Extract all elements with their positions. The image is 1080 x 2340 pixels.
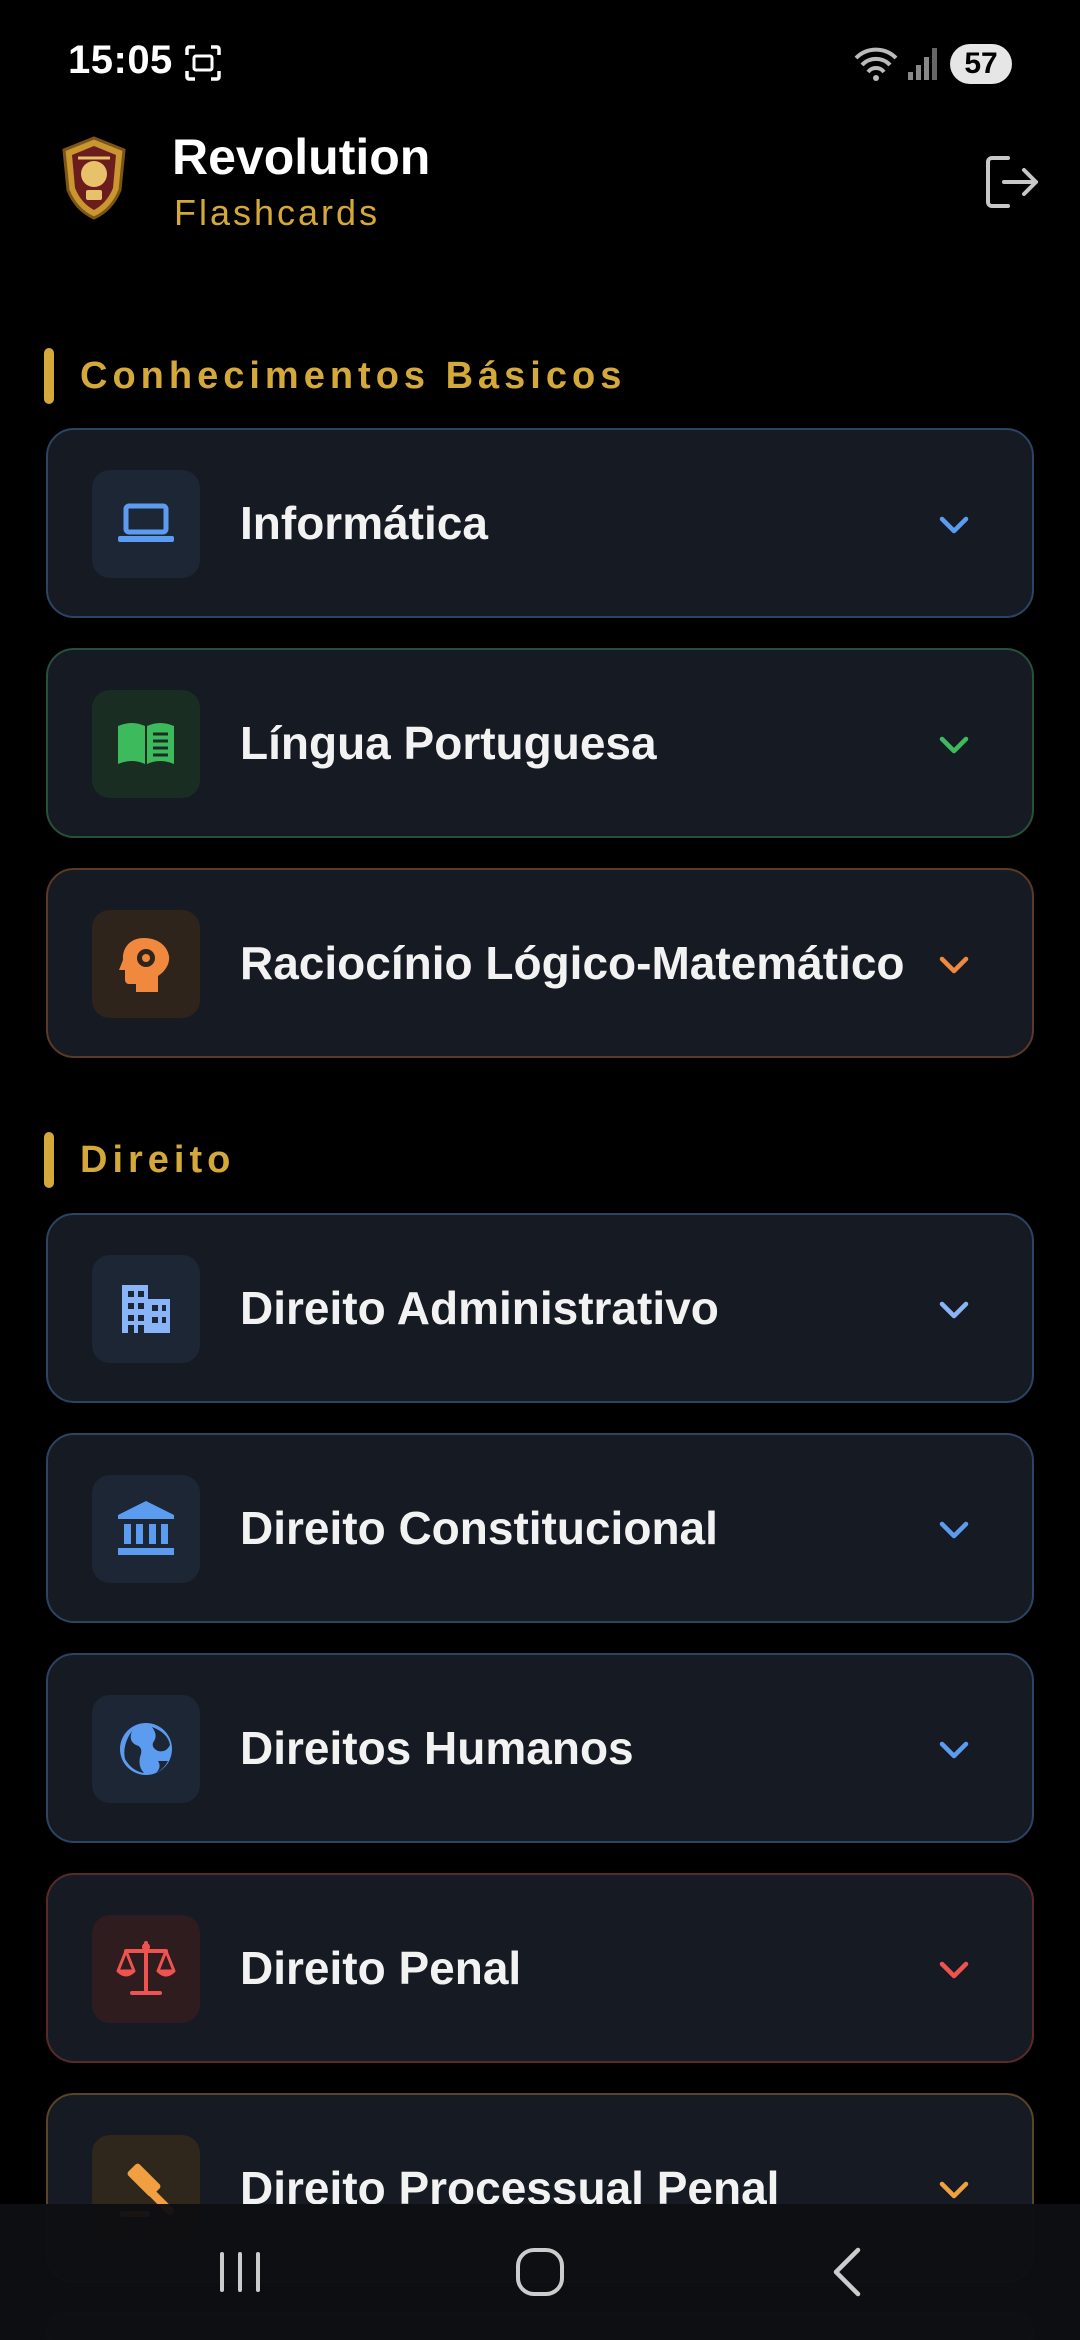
recents-icon[interactable]	[210, 2250, 270, 2294]
section-header-direito: Direito	[44, 1130, 235, 1190]
chevron-down-icon[interactable]	[934, 1730, 974, 1770]
brain-gear-icon	[119, 938, 170, 992]
card-label: Direito Administrativo	[240, 1282, 719, 1334]
chevron-down-icon[interactable]	[934, 1290, 974, 1330]
section-accent-bar	[44, 1132, 54, 1188]
app-logo	[62, 136, 126, 220]
back-icon[interactable]	[820, 2244, 876, 2300]
app-title: Revolution	[172, 129, 431, 185]
card-icon-box	[92, 470, 200, 578]
section-accent-bar	[44, 348, 54, 404]
app-subtitle: Flashcards	[174, 192, 381, 233]
chevron-down-icon[interactable]	[934, 945, 974, 985]
battery-badge: 57	[950, 44, 1012, 84]
subject-card-raciocinio-logico[interactable]: Raciocínio Lógico-Matemático	[46, 868, 1034, 1058]
card-icon-box	[92, 1695, 200, 1803]
card-icon-box	[92, 690, 200, 798]
card-label: Língua Portuguesa	[240, 717, 657, 769]
chevron-down-icon[interactable]	[934, 1510, 974, 1550]
subject-card-direito-administrativo[interactable]: Direito Administrativo	[46, 1213, 1034, 1403]
book-icon	[118, 723, 174, 764]
logout-icon[interactable]	[980, 150, 1044, 214]
globe-icon	[120, 1723, 172, 1775]
status-time: 15:05	[68, 38, 173, 82]
card-label: Direitos Humanos	[240, 1722, 634, 1774]
subject-card-lingua-portuguesa[interactable]: Língua Portuguesa	[46, 648, 1034, 838]
chevron-down-icon[interactable]	[934, 1950, 974, 1990]
home-icon[interactable]	[512, 2244, 568, 2300]
screenshot-icon	[185, 45, 221, 81]
bank-icon	[118, 1501, 174, 1555]
wifi-icon	[854, 47, 898, 81]
card-icon-box	[92, 910, 200, 1018]
card-label: Direito Constitucional	[240, 1502, 718, 1554]
section-title: Conhecimentos Básicos	[80, 354, 627, 397]
card-icon-box	[92, 1915, 200, 2023]
card-label: Raciocínio Lógico-Matemático	[240, 937, 905, 989]
section-header-conhecimentos: Conhecimentos Básicos	[44, 346, 626, 406]
chevron-down-icon[interactable]	[934, 505, 974, 545]
card-icon-box	[92, 1475, 200, 1583]
building-icon	[122, 1285, 170, 1333]
laptop-icon	[118, 503, 174, 542]
status-bar: 15:05 57	[0, 0, 1080, 120]
chevron-down-icon[interactable]	[934, 725, 974, 765]
subject-card-direito-constitucional[interactable]: Direito Constitucional	[46, 1433, 1034, 1623]
section-title: Direito	[80, 1138, 236, 1181]
subject-card-direitos-humanos[interactable]: Direitos Humanos	[46, 1653, 1034, 1843]
subject-card-informatica[interactable]: Informática	[46, 428, 1034, 618]
subject-card-direito-penal[interactable]: Direito Penal	[46, 1873, 1034, 2063]
navigation-bar	[0, 2204, 1080, 2340]
scales-icon	[116, 1941, 176, 1995]
card-label: Informática	[240, 497, 488, 549]
app-header: Revolution Flashcards	[0, 120, 1080, 240]
card-label: Direito Penal	[240, 1942, 522, 1994]
card-icon-box	[92, 1255, 200, 1363]
signal-icon	[908, 48, 937, 80]
